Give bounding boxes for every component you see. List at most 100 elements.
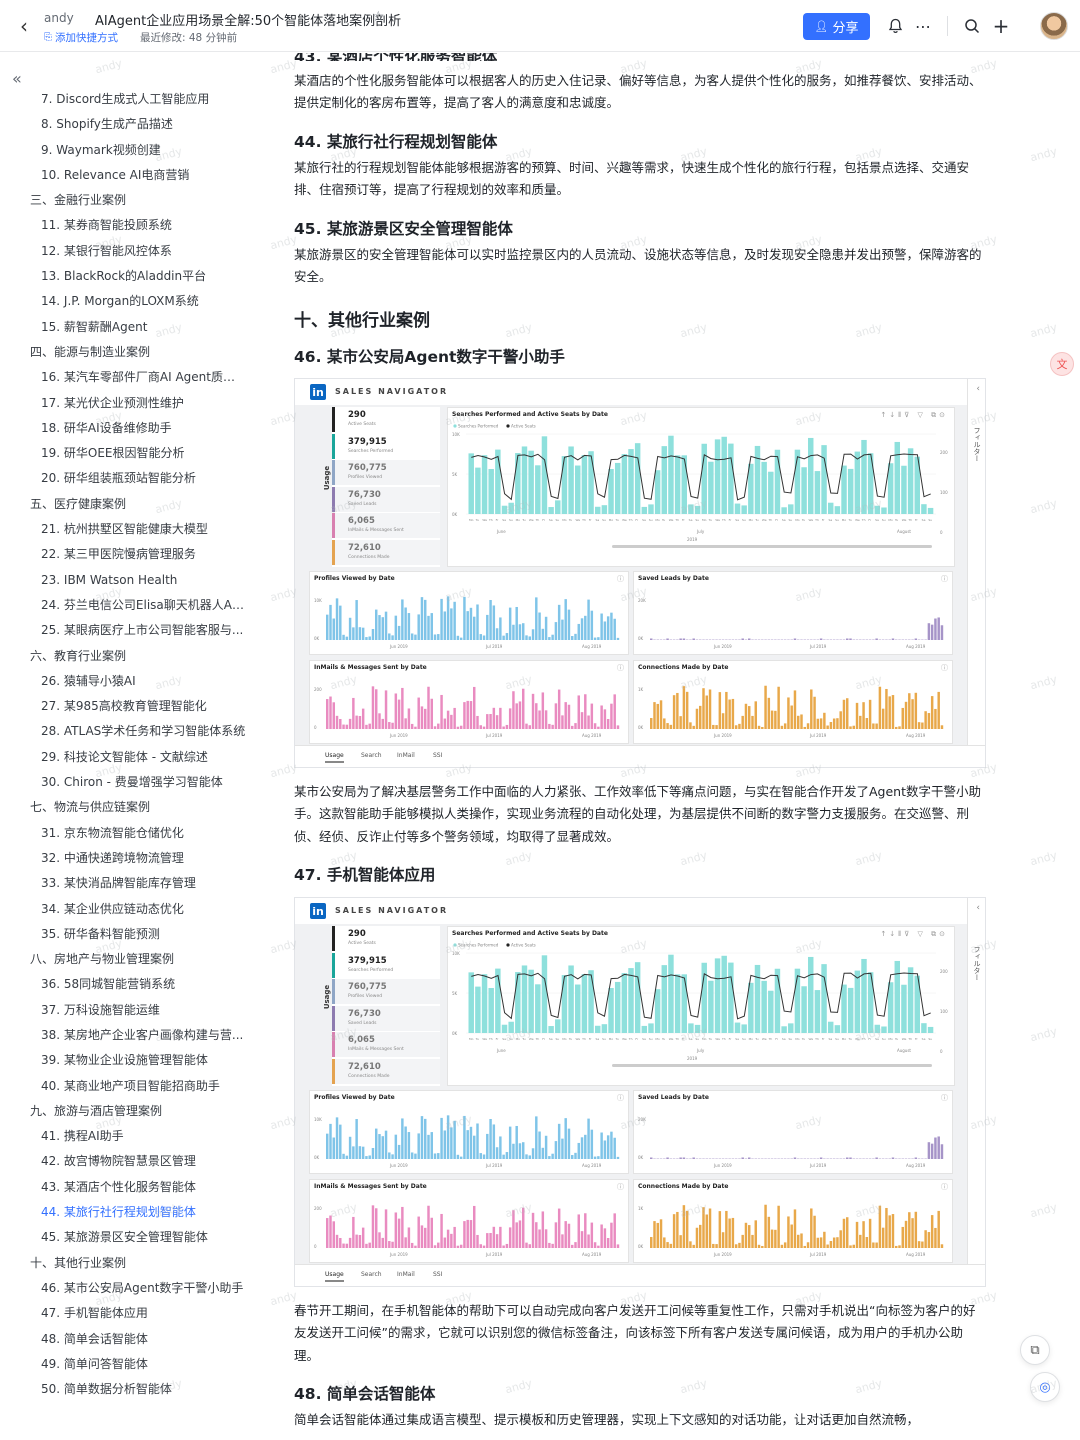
copy-icon[interactable]: ⧉ xyxy=(1020,1335,1050,1365)
bar xyxy=(875,723,878,729)
chevron-left-icon[interactable]: ‹ xyxy=(976,903,980,913)
bar xyxy=(606,1135,610,1159)
toc-item[interactable]: 25. 某眼病医疗上市公司智能客服与... xyxy=(0,618,262,643)
toc-item[interactable]: 31. 京东物流智能仓储优化 xyxy=(0,821,262,846)
translate-icon[interactable]: 文 xyxy=(1050,352,1074,376)
toc-item[interactable]: 28. ATLAS学术任务和学习智能体系统 xyxy=(0,719,262,744)
toc-item[interactable]: 36. 58同城智能营销系统 xyxy=(0,972,262,997)
x-tick-label: Th xyxy=(721,518,726,522)
toc-item[interactable]: 14. J.P. Morgan的LOXM系统 xyxy=(0,289,262,314)
toc-item[interactable]: 19. 研华OEE根因智能分析 xyxy=(0,441,262,466)
toc-section[interactable]: 三、金融行业案例 xyxy=(0,188,262,213)
toc-item[interactable]: 47. 手机智能体应用 xyxy=(0,1301,262,1326)
toc-item[interactable]: 26. 猿辅导小猿AI xyxy=(0,669,262,694)
info-icon[interactable]: ⓘ xyxy=(941,574,948,584)
info-icon[interactable]: ⓘ xyxy=(941,663,948,673)
x-tick-label: Th xyxy=(535,1037,540,1041)
toc-item[interactable]: 23. IBM Watson Health xyxy=(0,568,262,593)
chevron-left-icon[interactable]: ‹ xyxy=(976,384,980,394)
toc-item[interactable]: 9. Waymark视频创建 xyxy=(0,138,262,163)
info-icon[interactable]: ⓘ xyxy=(617,1182,624,1192)
back-arrow-icon[interactable]: ‹ xyxy=(12,12,36,40)
bar xyxy=(823,1231,826,1248)
toc-item[interactable]: 35. 研华备料智能预测 xyxy=(0,922,262,947)
toc-item[interactable]: 49. 简单问答智能体 xyxy=(0,1352,262,1377)
bar xyxy=(659,700,663,729)
toc-item[interactable]: 34. 某企业供应链动态优化 xyxy=(0,897,262,922)
avatar[interactable] xyxy=(1040,12,1068,40)
chart-toolbar[interactable]: ↑↓⫴⊽ ▽ ⧉⊙ xyxy=(881,930,949,939)
dashboard-tab[interactable]: InMail xyxy=(397,752,415,759)
toc-item[interactable]: 38. 某房地产企业客户画像构建与营... xyxy=(0,1023,262,1048)
toc-item[interactable]: 22. 某三甲医院慢病管理服务 xyxy=(0,542,262,567)
dashboard-tab[interactable]: SSI xyxy=(433,1271,442,1278)
scrollbar xyxy=(612,545,932,548)
toc-item[interactable]: 39. 某物业企业设施管理智能体 xyxy=(0,1048,262,1073)
toc-item[interactable]: 24. 芬兰电信公司Elisa聊天机器人An... xyxy=(0,593,262,618)
bar xyxy=(774,1229,777,1248)
toc-item[interactable]: 48. 简单会话智能体 xyxy=(0,1327,262,1352)
toc-item[interactable]: 13. BlackRock的Aladdin平台 xyxy=(0,264,262,289)
collapse-sidebar-icon[interactable]: « xyxy=(12,69,22,88)
toc-item[interactable]: 12. 某银行智能风控体系 xyxy=(0,239,262,264)
filter-sidebar[interactable]: ‹ フィルター xyxy=(967,898,985,1286)
toc-item[interactable]: 27. 某985高校教育管理智能化 xyxy=(0,694,262,719)
toc-section[interactable]: 十、其他行业案例 xyxy=(0,1251,262,1276)
filter-sidebar[interactable]: ‹ フィルター xyxy=(967,379,985,767)
chart-toolbar[interactable]: ↑↓⫴⊽ ▽ ⧉⊙ xyxy=(881,411,949,420)
dashboard-image-1: in SALES NAVIGATOR ‹ フィルター Usage 290 Active Se… xyxy=(294,378,986,768)
toc-item[interactable]: 16. 某汽车零部件厂商AI Agent质检... xyxy=(0,365,262,390)
toc-item[interactable]: 8. Shopify生成产品描述 xyxy=(0,112,262,137)
toc-section[interactable]: 五、医疗健康案例 xyxy=(0,492,262,517)
toc-item[interactable]: 37. 万科设施智能运维 xyxy=(0,998,262,1023)
dashboard-tab[interactable]: SSI xyxy=(433,752,442,759)
toc-item[interactable]: 46. 某市公安局Agent数字干警小助手 xyxy=(0,1276,262,1301)
toc-item[interactable]: 45. 某旅游景区安全管理智能体 xyxy=(0,1225,262,1250)
toc-item[interactable]: 11. 某券商智能投顾系统 xyxy=(0,213,262,238)
toc-item[interactable]: 44. 某旅行社行程规划智能体 xyxy=(0,1200,262,1225)
bar xyxy=(365,724,368,729)
toc-section[interactable]: 九、旅游与酒店管理案例 xyxy=(0,1099,262,1124)
toc-item[interactable]: 33. 某快消品牌智能库存管理 xyxy=(0,871,262,896)
bar xyxy=(610,1131,613,1159)
toc-section[interactable]: 八、房地产与物业管理案例 xyxy=(0,947,262,972)
toc-item[interactable]: 18. 研华AI设备维修助手 xyxy=(0,416,262,441)
toc-item[interactable]: 17. 某光伏企业预测性维护 xyxy=(0,391,262,416)
bar xyxy=(466,1130,469,1159)
info-icon[interactable]: ⓘ xyxy=(617,663,624,673)
star-icon[interactable]: ☆ xyxy=(372,9,385,25)
toc-section[interactable]: 六、教育行业案例 xyxy=(0,644,262,669)
toc-section[interactable]: 七、物流与供应链案例 xyxy=(0,795,262,820)
toc-item[interactable]: 20. 研华组装瓶颈站智能分析 xyxy=(0,466,262,491)
toc-item[interactable]: 42. 故宫博物院智慧景区管理 xyxy=(0,1149,262,1174)
assistant-icon[interactable]: ◎ xyxy=(1030,1372,1060,1402)
dashboard-tab[interactable]: Usage xyxy=(325,752,344,763)
toc-item[interactable]: 40. 某商业地产项目智能招商助手 xyxy=(0,1074,262,1099)
bell-icon[interactable] xyxy=(884,14,906,38)
toc-item[interactable]: 43. 某酒店个性化服务智能体 xyxy=(0,1175,262,1200)
bar xyxy=(466,1219,469,1248)
toc-item[interactable]: 50. 简单数据分析智能体 xyxy=(0,1377,262,1402)
search-icon[interactable] xyxy=(961,14,983,38)
toc-item[interactable]: 30. Chiron - 费曼增强学习智能体 xyxy=(0,770,262,795)
add-shortcut-link[interactable]: ⎘ 添加快捷方式 xyxy=(44,30,118,45)
share-button[interactable]: 👤︎ 分享 xyxy=(803,13,870,40)
dashboard-tab[interactable]: Search xyxy=(361,752,382,759)
toc-item[interactable]: 41. 携程AI助手 xyxy=(0,1124,262,1149)
toc-item[interactable]: 10. Relevance AI电商营销 xyxy=(0,163,262,188)
more-icon[interactable]: ⋯ xyxy=(912,14,934,38)
info-icon[interactable]: ⓘ xyxy=(941,1093,948,1103)
dashboard-tab[interactable]: Search xyxy=(361,1271,382,1278)
plus-icon[interactable]: + xyxy=(990,14,1012,38)
info-icon[interactable]: ⓘ xyxy=(941,1182,948,1192)
dashboard-tab[interactable]: Usage xyxy=(325,1271,344,1282)
info-icon[interactable]: ⓘ xyxy=(617,574,624,584)
info-icon[interactable]: ⓘ xyxy=(617,1093,624,1103)
toc-section[interactable]: 四、能源与制造业案例 xyxy=(0,340,262,365)
toc-item[interactable]: 29. 科技论文智能体 - 文献综述 xyxy=(0,745,262,770)
toc-item[interactable]: 21. 杭州拱墅区智能健康大模型 xyxy=(0,517,262,542)
dashboard-tab[interactable]: InMail xyxy=(397,1271,415,1278)
toc-item[interactable]: 15. 薪智薪酬Agent xyxy=(0,315,262,340)
toc-item[interactable]: 32. 中通快递跨境物流管理 xyxy=(0,846,262,871)
toc-item[interactable]: 7. Discord生成式人工智能应用 xyxy=(0,87,262,112)
